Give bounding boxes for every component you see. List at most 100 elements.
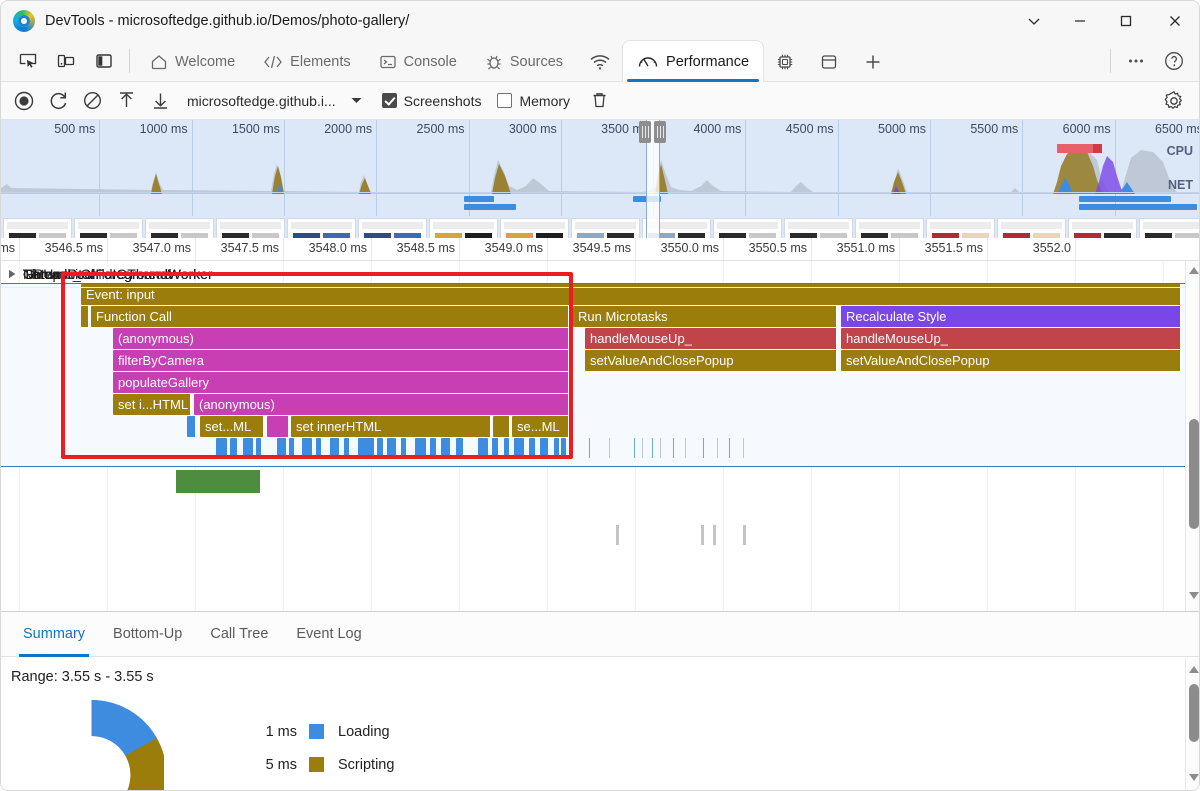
delete-icon[interactable] bbox=[582, 82, 616, 120]
filmstrip-frame[interactable] bbox=[784, 218, 853, 238]
compositor-event-tick[interactable] bbox=[616, 525, 619, 545]
flame-bar[interactable] bbox=[267, 416, 289, 437]
flame-vertical-scrollbar[interactable] bbox=[1185, 261, 1199, 611]
tab-performance[interactable]: Performance bbox=[623, 41, 764, 82]
filmstrip-frame[interactable] bbox=[500, 218, 569, 238]
flame-bar[interactable]: (anonymous) bbox=[194, 394, 569, 415]
flame-bar-leaf[interactable] bbox=[358, 438, 374, 458]
flame-bar-leaf[interactable] bbox=[401, 438, 406, 458]
flame-bar[interactable]: set...ML bbox=[200, 416, 264, 437]
close-icon[interactable] bbox=[1149, 1, 1199, 41]
compositor-event-tick[interactable] bbox=[701, 525, 704, 545]
details-tab-call-tree[interactable]: Call Tree bbox=[196, 612, 282, 657]
filmstrip-frame[interactable] bbox=[358, 218, 427, 238]
filmstrip-frame[interactable] bbox=[571, 218, 640, 238]
flame-bar-leaf[interactable] bbox=[316, 438, 321, 458]
memory-checkbox[interactable]: Memory bbox=[497, 93, 570, 109]
flame-bar-leaf[interactable] bbox=[387, 438, 396, 458]
filmstrip-frame[interactable] bbox=[287, 218, 356, 238]
flame-bar[interactable] bbox=[81, 306, 89, 327]
flame-bar[interactable]: se...ML bbox=[512, 416, 569, 437]
gear-icon[interactable] bbox=[1157, 82, 1191, 120]
filmstrip-frame[interactable] bbox=[1139, 218, 1199, 238]
flame-bar[interactable]: Recalculate Style bbox=[841, 306, 1181, 327]
compositor-event-tick[interactable] bbox=[713, 525, 716, 545]
filmstrip-frame[interactable] bbox=[3, 218, 72, 238]
flame-chart[interactable]: Network Event: input Function Call Run Mic… bbox=[1, 261, 1199, 611]
save-profile-icon[interactable] bbox=[143, 82, 177, 120]
flame-bar-leaf[interactable] bbox=[514, 438, 524, 458]
record-circle-icon[interactable] bbox=[7, 82, 41, 120]
flame-bar-leaf[interactable] bbox=[243, 438, 253, 458]
flame-bar-leaf[interactable] bbox=[330, 438, 339, 458]
flame-bar-leaf[interactable] bbox=[344, 438, 349, 458]
filmstrip[interactable] bbox=[1, 218, 1199, 238]
chevron-down-icon[interactable] bbox=[348, 94, 366, 107]
flame-bar-leaf[interactable] bbox=[216, 438, 227, 458]
expand-triangle-icon[interactable] bbox=[9, 270, 15, 278]
clear-recording-icon[interactable] bbox=[75, 82, 109, 120]
dock-side-icon[interactable] bbox=[85, 41, 123, 82]
flame-bar[interactable]: set innerHTML bbox=[291, 416, 491, 437]
checkbox-box[interactable] bbox=[497, 93, 513, 108]
profile-url-label[interactable]: microsoftedge.github.i... bbox=[187, 93, 336, 109]
chevron-down-icon[interactable] bbox=[1011, 1, 1057, 41]
tab-console[interactable]: Console bbox=[365, 41, 471, 82]
tab-memory[interactable] bbox=[763, 41, 807, 82]
flame-bar[interactable]: setValueAndClosePopup bbox=[841, 350, 1181, 371]
filmstrip-frame[interactable] bbox=[216, 218, 285, 238]
tab-application[interactable] bbox=[807, 41, 851, 82]
tab-network[interactable] bbox=[577, 41, 623, 82]
flame-bar-leaf[interactable] bbox=[302, 438, 312, 458]
flame-bar[interactable]: populateGallery bbox=[113, 372, 569, 393]
filmstrip-frame[interactable] bbox=[429, 218, 498, 238]
load-profile-icon[interactable] bbox=[109, 82, 143, 120]
flame-bar-leaf[interactable] bbox=[478, 438, 488, 458]
details-vertical-scrollbar[interactable] bbox=[1185, 658, 1199, 790]
checkbox-box[interactable] bbox=[381, 93, 397, 108]
filmstrip-frame[interactable] bbox=[145, 218, 214, 238]
flame-bar-leaf[interactable] bbox=[415, 438, 426, 458]
flame-bar[interactable]: (anonymous) bbox=[113, 328, 569, 349]
overview-handle-left[interactable] bbox=[639, 121, 651, 143]
scroll-up-arrow-icon[interactable] bbox=[1189, 267, 1199, 274]
filmstrip-frame[interactable] bbox=[1068, 218, 1137, 238]
timeline-overview[interactable]: 500 ms 1000 ms 1500 ms 2000 ms 2500 ms 3000 m… bbox=[1, 120, 1199, 238]
device-emulation-icon[interactable] bbox=[47, 41, 85, 82]
flame-bar[interactable]: setValueAndClosePopup bbox=[585, 350, 837, 371]
flame-bar-leaf[interactable] bbox=[540, 438, 548, 458]
flame-bar[interactable]: handleMouseUp_ bbox=[841, 328, 1181, 349]
details-tab-summary[interactable]: Summary bbox=[9, 612, 99, 657]
tab-sources[interactable]: Sources bbox=[471, 41, 577, 82]
flame-bar[interactable]: set i...HTML bbox=[113, 394, 191, 415]
flame-bar-leaf[interactable] bbox=[377, 438, 383, 458]
flame-bar[interactable]: Function Call bbox=[91, 306, 569, 327]
gpu-activity-bar[interactable] bbox=[176, 470, 260, 493]
help-question-icon[interactable] bbox=[1155, 41, 1193, 82]
scrollbar-thumb[interactable] bbox=[1189, 684, 1199, 742]
reload-record-icon[interactable] bbox=[41, 82, 75, 120]
details-tab-event-log[interactable]: Event Log bbox=[282, 612, 375, 657]
filmstrip-frame[interactable] bbox=[926, 218, 995, 238]
flame-bar[interactable]: handleMouseUp_ bbox=[585, 328, 837, 349]
maximize-icon[interactable] bbox=[1103, 1, 1149, 41]
screenshots-checkbox[interactable]: Screenshots bbox=[381, 93, 481, 109]
more-options-icon[interactable] bbox=[1117, 41, 1155, 82]
filmstrip-frame[interactable] bbox=[74, 218, 143, 238]
filmstrip-frame[interactable] bbox=[713, 218, 782, 238]
flame-bar-leaf[interactable] bbox=[492, 438, 498, 458]
track-worker-3[interactable]: ThreadPoolForegroundWorker bbox=[1, 261, 1187, 288]
filmstrip-frame[interactable] bbox=[855, 218, 924, 238]
flame-bar[interactable]: Run Microtasks bbox=[573, 306, 837, 327]
scroll-down-arrow-icon[interactable] bbox=[1189, 592, 1199, 599]
flame-bar[interactable]: filterByCamera bbox=[113, 350, 569, 371]
flame-bar-leaf[interactable] bbox=[456, 438, 463, 458]
flame-bar-leaf[interactable] bbox=[289, 438, 294, 458]
flame-bar[interactable] bbox=[493, 416, 510, 437]
flame-bar[interactable] bbox=[187, 416, 196, 437]
tab-elements[interactable]: Elements bbox=[249, 41, 364, 82]
overview-handle-right[interactable] bbox=[654, 121, 666, 143]
scroll-down-arrow-icon[interactable] bbox=[1189, 774, 1199, 781]
flame-bar-leaf[interactable] bbox=[430, 438, 436, 458]
tab-welcome[interactable]: Welcome bbox=[136, 41, 249, 82]
